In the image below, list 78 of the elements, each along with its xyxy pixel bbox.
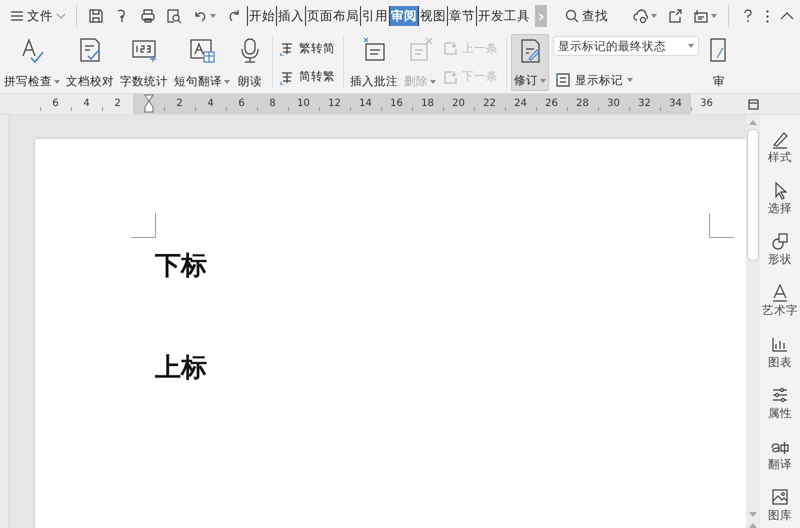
ruler-toggle-icon: [748, 98, 758, 110]
save-icon: [88, 8, 104, 24]
ruler-number: 18: [412, 94, 443, 114]
sidebar-tool[interactable]: 属性: [768, 384, 792, 426]
ribbon-tab[interactable]: 视图: [418, 6, 447, 26]
ruler-number: 22: [474, 94, 505, 114]
ribbon-tab[interactable]: 章节: [447, 6, 476, 26]
ruler-number: 16: [381, 94, 412, 114]
crop-mark: [131, 213, 156, 238]
more-icon: [766, 10, 769, 22]
ribbon-button[interactable]: 审: [703, 34, 735, 91]
ruler-number: 8: [257, 94, 288, 114]
ribbon-button[interactable]: 字数统计: [118, 34, 170, 91]
cloud-icon: [633, 8, 649, 24]
ribbon-tab[interactable]: 页面布局: [305, 6, 360, 26]
arrow-icon: [442, 68, 458, 85]
ruler-number: 34: [660, 94, 691, 114]
chevron-icon: [56, 13, 66, 19]
ribbon-button[interactable]: 朗读: [234, 34, 266, 91]
ribbon-button[interactable]: 插入批注: [348, 34, 400, 91]
caret-icon: [651, 14, 657, 18]
ribbon-tab[interactable]: 开发工具: [476, 6, 531, 26]
crop-mark: [709, 213, 734, 238]
sidebar-tool[interactable]: 图库: [768, 486, 792, 528]
search-button[interactable]: 查找: [561, 4, 612, 28]
ruler-number: 4: [195, 94, 226, 114]
scroll-up-icon: [749, 522, 757, 528]
arrow-icon: [442, 40, 458, 56]
text-art-icon: [770, 282, 790, 302]
ribbon-button[interactable]: 文档校对: [64, 34, 116, 91]
markup-dropdown[interactable]: 显示标记的最终状态: [553, 36, 699, 56]
menu-icon: [10, 10, 24, 22]
caret-icon: [688, 44, 694, 48]
ribbon-tab[interactable]: 审阅: [389, 6, 418, 26]
ribbon-button[interactable]: 显示标记: [553, 71, 699, 89]
ribbon-tab[interactable]: 开始: [247, 6, 276, 26]
sidebar-tool[interactable]: 形状: [768, 231, 792, 272]
share-icon: [667, 8, 683, 24]
file-menu[interactable]: 文件: [6, 4, 70, 28]
ruler-number: 30: [598, 94, 629, 114]
ribbon-button[interactable]: 拼写检查: [2, 34, 62, 91]
sidebar-tool[interactable]: 选择: [768, 180, 792, 222]
ruler-number: 2: [164, 94, 195, 114]
sidebar-tool[interactable]: 翻译: [768, 436, 792, 477]
scroll-down-icon: [749, 512, 757, 518]
heading: 上标: [155, 352, 208, 385]
ruler-number: 28: [567, 94, 598, 114]
ruler-number: 24: [505, 94, 536, 114]
ruler-number: 20: [443, 94, 474, 114]
collaborate-icon: [693, 8, 709, 24]
list-icon: [555, 72, 571, 88]
caret-icon: [627, 78, 633, 82]
caret-icon: [210, 14, 216, 18]
ruler-number: 14: [350, 94, 381, 114]
ruler-number: 6: [226, 94, 257, 114]
ruler-number: 10: [288, 94, 319, 114]
ribbon-tab[interactable]: 插入: [276, 6, 305, 26]
scrollbar-thumb[interactable]: [747, 129, 759, 261]
ribbon-button[interactable]: 短句翻译: [172, 34, 232, 91]
chevron-icon: [538, 12, 544, 20]
scroll-up-icon: [749, 119, 757, 125]
indent-marker-icon[interactable]: [144, 94, 154, 114]
sidebar-tool[interactable]: 图表: [768, 334, 792, 375]
ribbon-button[interactable]: 修订: [511, 34, 549, 91]
image-icon: [770, 486, 790, 507]
print-icon: [140, 8, 156, 24]
sidebar-tool[interactable]: 艺术字: [762, 282, 798, 324]
search-icon: [565, 9, 579, 23]
ruler-number: 32: [629, 94, 660, 114]
caret-icon: [711, 14, 717, 18]
sidebar-tool[interactable]: 样式: [768, 129, 792, 170]
ruler-number: 26: [536, 94, 567, 114]
ruler-number: 12: [319, 94, 350, 114]
print-preview-icon: [166, 8, 182, 24]
shapes-icon: [770, 231, 790, 252]
ribbon-button[interactable]: 繁转简: [277, 39, 337, 58]
ribbon-button[interactable]: 简转繁: [277, 68, 337, 86]
heading: 下标: [155, 250, 208, 283]
